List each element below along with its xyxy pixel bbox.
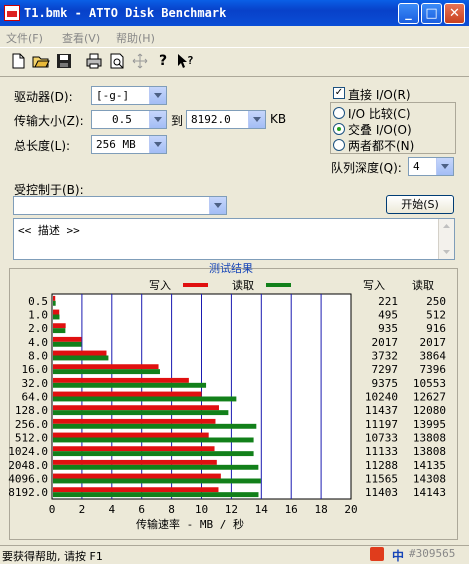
read-value-label: 512	[426, 309, 446, 322]
read-value-label: 916	[426, 322, 446, 335]
write-value-label: 935	[378, 322, 398, 335]
read-value-label: 7396	[420, 363, 447, 376]
y-tick-label: 256.0	[15, 418, 48, 431]
x-tick-label: 4	[108, 503, 115, 516]
write-value-label: 11288	[365, 459, 398, 472]
write-bar	[53, 446, 215, 452]
y-tick-label: 4096.0	[8, 473, 48, 486]
read-value-label: 12080	[413, 404, 446, 417]
x-tick-label: 2	[79, 503, 86, 516]
y-tick-label: 1024.0	[8, 445, 48, 458]
input-method-icon[interactable]	[370, 547, 384, 561]
chart-title: 测试结果	[209, 262, 253, 275]
read-value-label: 13808	[413, 432, 446, 445]
read-bar	[53, 437, 254, 443]
y-tick-label: 8192.0	[8, 486, 48, 499]
read-value-label: 12627	[413, 391, 446, 404]
y-tick-label: 2.0	[28, 322, 48, 335]
write-value-label: 7297	[372, 363, 399, 376]
x-tick-label: 12	[225, 503, 238, 516]
x-tick-label: 10	[195, 503, 208, 516]
write-value-label: 11403	[365, 486, 398, 499]
read-bar	[53, 328, 66, 334]
legend-write-swatch	[183, 283, 208, 287]
read-bar	[53, 355, 109, 361]
input-mode-text: 中	[392, 549, 405, 563]
write-value-label: 11197	[365, 418, 398, 431]
write-value-label: 10240	[365, 391, 398, 404]
legend-read-label: 读取	[232, 278, 254, 292]
x-axis-label: 传输速率 - MB / 秒	[136, 517, 244, 531]
write-bar	[53, 323, 66, 329]
column-header-read: 读取	[412, 278, 434, 292]
column-header-write: 写入	[363, 279, 385, 292]
x-tick-label: 20	[344, 503, 357, 516]
x-tick-label: 8	[168, 503, 175, 516]
x-tick-label: 18	[314, 503, 327, 516]
read-bar	[53, 369, 160, 375]
legend-read-swatch	[266, 283, 291, 287]
x-tick-label: 0	[49, 503, 56, 516]
write-bar	[53, 391, 202, 397]
y-tick-label: 0.5	[28, 295, 48, 308]
write-bar	[53, 473, 221, 479]
write-bar	[53, 459, 217, 465]
read-value-label: 250	[426, 295, 446, 308]
write-value-label: 495	[378, 309, 398, 322]
write-bar	[53, 432, 209, 438]
y-tick-label: 16.0	[22, 363, 49, 376]
write-bar	[53, 405, 219, 411]
read-bar	[53, 464, 259, 470]
x-tick-label: 6	[138, 503, 145, 516]
read-bar	[53, 396, 237, 402]
read-bar	[53, 341, 82, 347]
results-chart: 测试结果 写入 读取 写入 读取 0 2 4 6 8 10 12 14 16 18 20 0.5 221…	[8, 262, 447, 531]
read-bar	[53, 382, 207, 388]
y-tick-label: 8.0	[28, 350, 48, 363]
y-tick-label: 1.0	[28, 309, 48, 322]
write-bar	[53, 350, 107, 356]
read-bar	[53, 451, 254, 457]
write-bar	[53, 295, 56, 301]
y-tick-label: 64.0	[22, 391, 49, 404]
write-value-label: 11565	[365, 473, 398, 486]
write-value-label: 221	[378, 295, 398, 308]
write-value-label: 11437	[365, 404, 398, 417]
write-value-label: 10733	[365, 432, 398, 445]
write-value-label: 3732	[372, 350, 399, 363]
read-value-label: 10553	[413, 377, 446, 390]
y-tick-label: 128.0	[15, 404, 48, 417]
write-bar	[53, 487, 219, 493]
write-bar	[53, 377, 189, 383]
read-value-label: 14143	[413, 486, 446, 499]
write-value-label: 9375	[372, 377, 399, 390]
read-value-label: 13808	[413, 445, 446, 458]
read-value-label: 14135	[413, 459, 446, 472]
write-bar	[53, 336, 82, 342]
y-tick-label: 32.0	[22, 377, 49, 390]
read-bar	[53, 314, 60, 320]
x-tick-label: 16	[285, 503, 298, 516]
status-text: 要获得帮助, 请按 F1	[2, 550, 103, 563]
x-tick-label: 14	[255, 503, 269, 516]
write-bar	[53, 309, 60, 315]
read-bar	[53, 492, 259, 498]
y-tick-label: 2048.0	[8, 459, 48, 472]
read-value-label: 2017	[420, 336, 447, 349]
read-bar	[53, 410, 229, 416]
read-value-label: 14308	[413, 473, 446, 486]
y-tick-label: 512.0	[15, 432, 48, 445]
write-value-label: 2017	[372, 336, 399, 349]
write-bar	[53, 418, 216, 424]
watermark-text: #309565	[409, 547, 456, 560]
read-bar	[53, 300, 56, 306]
read-value-label: 3864	[420, 350, 447, 363]
read-bar	[53, 423, 257, 429]
write-value-label: 11133	[365, 445, 398, 458]
read-bar	[53, 478, 261, 484]
y-tick-label: 4.0	[28, 336, 48, 349]
read-value-label: 13995	[413, 418, 446, 431]
legend-write-label: 写入	[149, 279, 171, 292]
write-bar	[53, 364, 159, 370]
